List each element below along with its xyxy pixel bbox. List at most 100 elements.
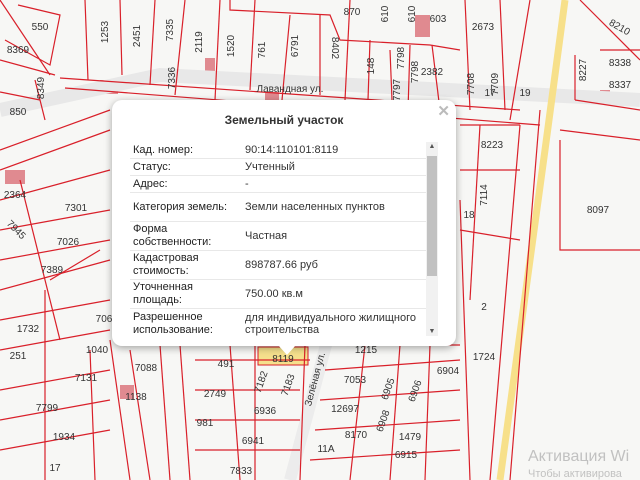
- parcel-number-label: 2749: [204, 389, 227, 400]
- parcel-boundary: [4, 4, 61, 66]
- attribute-key: Кад. номер:: [133, 143, 194, 156]
- parcel-number-label: 8170: [345, 430, 368, 441]
- parcel-number-label: 603: [430, 14, 447, 25]
- attribute-value: Частная: [245, 230, 288, 242]
- parcel-number-label: 6936: [254, 406, 277, 417]
- popup-scrollbar[interactable]: ▲ ▼: [426, 142, 438, 336]
- parcel-number-label: 2119: [194, 31, 205, 53]
- parcel-number-label: 7799: [36, 403, 59, 414]
- parcel-number-label: 11А: [317, 444, 334, 455]
- parcel-number-label: 870: [344, 7, 361, 18]
- parcel-boundary: [179, 344, 191, 480]
- attribute-row: Кадастровая стоимость: 898787.66 руб: [130, 251, 426, 280]
- attribute-key: Адрес:: [133, 177, 168, 190]
- parcel-number-label: 8097: [587, 205, 610, 216]
- parcel-boundary: [509, 109, 541, 480]
- parcel-boundary: [19, 179, 61, 341]
- parcel-number-label: 7336: [167, 66, 178, 89]
- parcel-number-label: 1732: [17, 324, 40, 335]
- parcel-number-label: 8227: [578, 58, 589, 81]
- parcel-boundary: [109, 339, 131, 480]
- parcel-number-label: 7797: [392, 78, 403, 101]
- parcel-number-label: 1724: [473, 352, 496, 363]
- attribute-key: Кадастровая стоимость:: [133, 252, 199, 277]
- parcel-number-label: 17: [49, 463, 61, 474]
- attribute-row: Кад. номер: 90:14:110101:8119: [130, 142, 426, 159]
- attribute-row: Статус: Учтенный: [130, 159, 426, 176]
- parcel-number-label: 6791: [290, 34, 301, 57]
- parcel-boundary: [159, 344, 171, 480]
- attribute-value: -: [245, 178, 249, 190]
- attribute-row: Форма собственности: Частная: [130, 222, 426, 251]
- parcel-number-label: 1215: [355, 345, 378, 356]
- scrollbar-thumb[interactable]: [427, 156, 437, 276]
- parcel-number-label: 1040: [86, 345, 109, 356]
- parcel-number-label: 2364: [4, 190, 27, 201]
- parcel-boundary: [509, 0, 531, 121]
- attribute-key: Категория земель:: [133, 200, 228, 213]
- parcel-number-label: 7183: [280, 372, 298, 397]
- parcel-number-label: 2673: [472, 22, 495, 33]
- attribute-value: Учтенный: [245, 161, 295, 173]
- parcel-boundary: [424, 344, 431, 480]
- parcel-number-label: 2: [481, 302, 487, 313]
- parcel-number-label: 8402: [329, 37, 340, 60]
- attribute-key: Статус:: [133, 160, 171, 173]
- parcel-number-label: 7798: [396, 46, 407, 69]
- parcel-number-label: 7833: [230, 466, 253, 477]
- activation-watermark-title: Активация Wi: [528, 448, 630, 465]
- parcel-number-label: 7114: [479, 184, 490, 206]
- parcel-number-label: 8210: [607, 18, 632, 39]
- parcel-number-label: 251: [10, 351, 27, 362]
- scroll-up-icon[interactable]: ▲: [426, 143, 438, 150]
- scroll-down-icon[interactable]: ▼: [426, 328, 438, 335]
- parcel-number-label: 2451: [132, 24, 143, 47]
- parcel-number-label: 1253: [100, 20, 111, 43]
- parcel-number-label: 6941: [242, 436, 265, 447]
- parcel-number-label: 7053: [344, 375, 367, 386]
- parcel-number-label: 1934: [53, 432, 76, 443]
- parcel-number-label: 1520: [226, 34, 237, 57]
- parcel-number-label: 7335: [165, 18, 176, 41]
- parcel-boundary: [579, 0, 640, 61]
- attribute-value: 898787.66 руб: [245, 259, 318, 271]
- parcel-number-label: 610: [407, 5, 418, 22]
- parcel-number-label: 6905: [380, 376, 398, 401]
- parcel-number-label: 7026: [57, 237, 80, 248]
- parcel-boundary: [559, 129, 640, 141]
- parcel-number-label: 6915: [395, 450, 418, 461]
- parcel-number-label: 6906: [407, 378, 425, 403]
- attribute-value: Земли населенных пунктов: [245, 201, 385, 213]
- popup-title: Земельный участок: [224, 113, 344, 127]
- popup-pointer: [278, 345, 296, 355]
- parcel-number-label: 7131: [75, 373, 98, 384]
- street-label: Лавандная ул.: [257, 84, 324, 95]
- parcel-number-label: 8119: [272, 354, 294, 365]
- attribute-row: Уточненная площадь: 750.00 кв.м: [130, 280, 426, 309]
- parcel-number-label: 8223: [481, 140, 504, 151]
- parcel-number-label: 491: [218, 359, 235, 370]
- attribute-value: 750.00 кв.м: [245, 288, 303, 300]
- parcel-number-label: 6908: [375, 408, 393, 433]
- attribute-key: Разрешенное использование:: [133, 311, 213, 336]
- attribute-row: Разрешенное использование: для индивидуал…: [130, 309, 426, 336]
- parcel-number-label: 706: [96, 314, 113, 325]
- parcel-number-label: 2382: [421, 67, 444, 78]
- parcel-number-label: 610: [380, 5, 391, 22]
- parcel-number-label: 7301: [65, 203, 88, 214]
- attribute-value: 90:14:110101:8119: [245, 144, 339, 156]
- parcel-boundary: [559, 140, 640, 251]
- parcel-boundary: [84, 0, 89, 81]
- parcel-number-label: 148: [366, 57, 377, 74]
- parcel-boundary: [89, 349, 96, 480]
- parcel-number-label: 550: [32, 22, 49, 33]
- parcel-number-label: 8369: [7, 45, 30, 56]
- parcel-number-label: 8349: [36, 76, 47, 99]
- parcel-boundary: [0, 59, 56, 76]
- parcel-number-label: 7708: [466, 72, 477, 95]
- parcel-boundary: [0, 129, 111, 171]
- parcel-boundary: [0, 299, 111, 321]
- attribute-key: Уточненная площадь:: [133, 281, 193, 306]
- attribute-key: Форма собственности:: [133, 223, 212, 248]
- parcel-number-label: 12697: [331, 404, 359, 415]
